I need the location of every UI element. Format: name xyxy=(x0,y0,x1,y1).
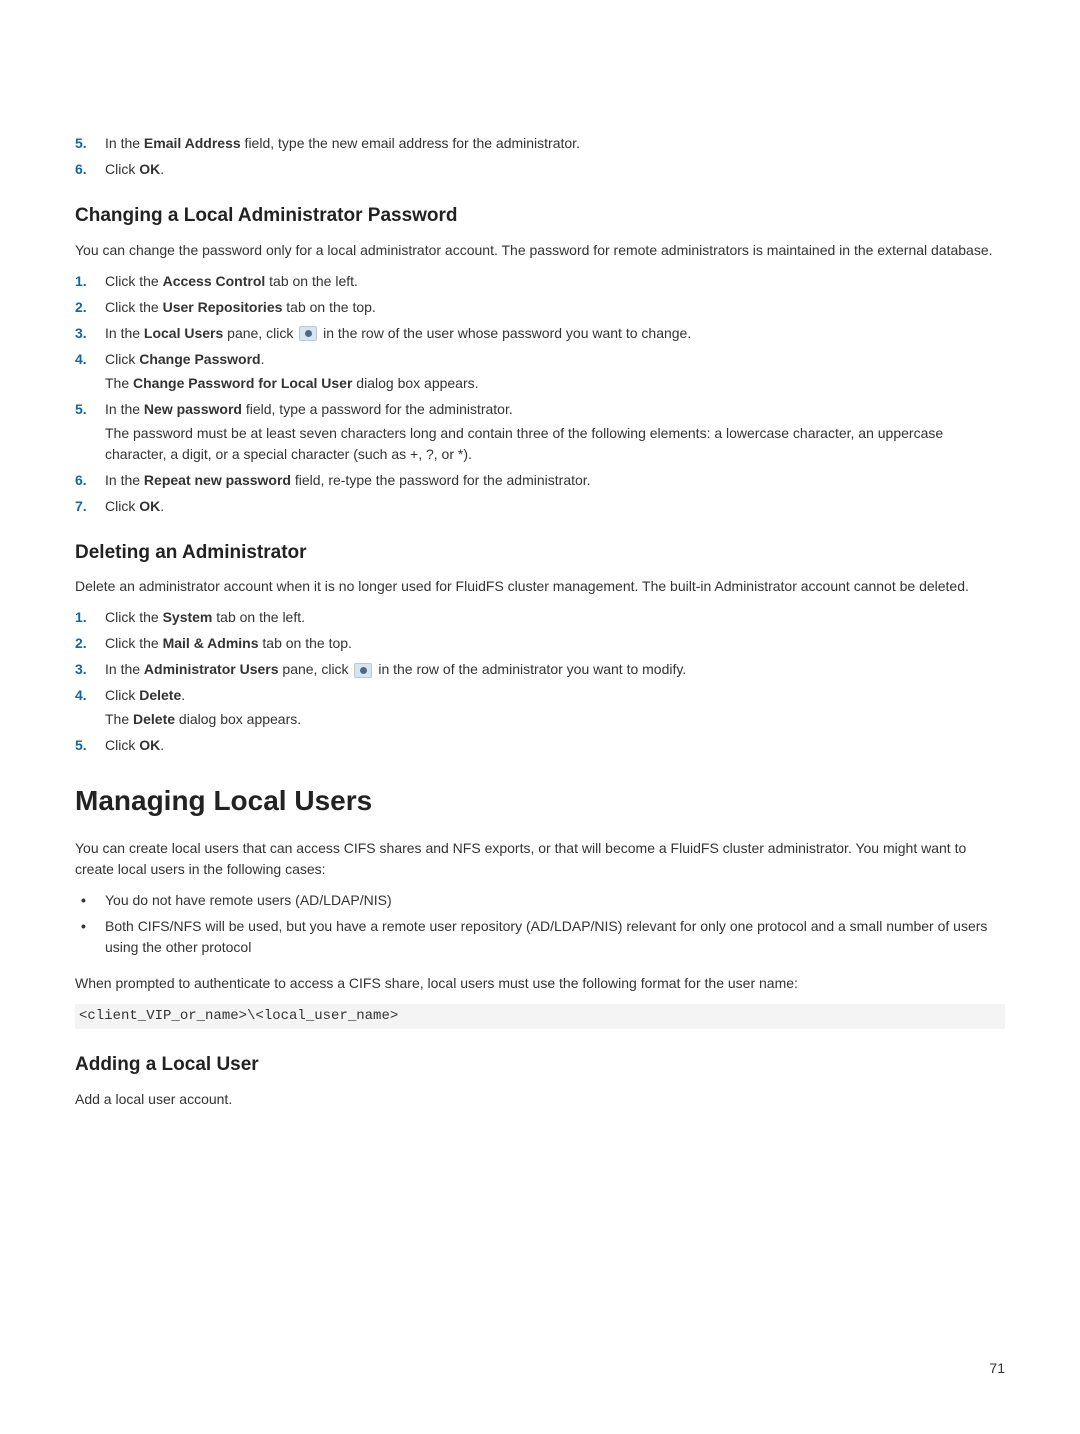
step-text-pre: Click xyxy=(105,351,139,367)
step-number: 7. xyxy=(75,496,87,517)
step-item: 4. Click Change Password. The Change Pas… xyxy=(75,349,1005,394)
step-item: 2. Click the User Repositories tab on th… xyxy=(75,297,1005,318)
step-text-bold: Administrator Users xyxy=(144,661,279,677)
heading-adding-user: Adding a Local User xyxy=(75,1051,1005,1080)
step-text-post: tab on the top. xyxy=(282,299,375,315)
step-item: 6. Click OK. xyxy=(75,159,1005,180)
step-number: 6. xyxy=(75,159,87,180)
heading-changing-password: Changing a Local Administrator Password xyxy=(75,202,1005,231)
step-text-bold: System xyxy=(163,609,213,625)
step-item: 6. In the Repeat new password field, re‑… xyxy=(75,470,1005,491)
step-text-post: tab on the left. xyxy=(265,273,358,289)
step-text-pre: Click xyxy=(105,161,139,177)
step-text-bold: OK xyxy=(139,498,160,514)
step-text-pre: Click xyxy=(105,687,139,703)
step-subtext: The Delete dialog box appears. xyxy=(105,709,1005,730)
gear-icon xyxy=(299,326,317,341)
step-text-bold: Local Users xyxy=(144,325,223,341)
deleting-admin-steps: 1. Click the System tab on the left. 2. … xyxy=(75,607,1005,756)
step-text-post: . xyxy=(160,498,164,514)
step-number: 1. xyxy=(75,607,87,628)
step-text-pre: In the xyxy=(105,472,144,488)
step-text-post: . xyxy=(160,161,164,177)
step-number: 4. xyxy=(75,349,87,370)
step-number: 3. xyxy=(75,323,87,344)
gear-icon xyxy=(354,663,372,678)
step-text-mid: pane, click xyxy=(223,325,297,341)
step-number: 2. xyxy=(75,297,87,318)
step-text-pre: Click the xyxy=(105,273,163,289)
step-item: 3. In the Administrator Users pane, clic… xyxy=(75,659,1005,680)
step-text-post: tab on the top. xyxy=(259,635,352,651)
heading-deleting-admin: Deleting an Administrator xyxy=(75,539,1005,568)
step-text-bold: Change Password xyxy=(139,351,260,367)
step-text-post: tab on the left. xyxy=(212,609,305,625)
step-number: 6. xyxy=(75,470,87,491)
step-text-bold: Email Address xyxy=(144,135,241,151)
step-text-pre: Click xyxy=(105,737,139,753)
code-username-format: <client_VIP_or_name>\<local_user_name> xyxy=(75,1004,1005,1029)
step-text-pre: In the xyxy=(105,661,144,677)
step-item: 5. In the Email Address field, type the … xyxy=(75,133,1005,154)
step-text-post: field, type a password for the administr… xyxy=(242,401,513,417)
step-text-pre: In the xyxy=(105,325,144,341)
step-text-bold: User Repositories xyxy=(163,299,283,315)
step-text-pre: In the xyxy=(105,135,144,151)
step-text-bold: OK xyxy=(139,161,160,177)
step-text-pre: Click the xyxy=(105,635,163,651)
paragraph-adding-user: Add a local user account. xyxy=(75,1089,1005,1110)
step-number: 5. xyxy=(75,133,87,154)
bullet-item: Both CIFS/NFS will be used, but you have… xyxy=(75,916,1005,958)
step-item: 1. Click the System tab on the left. xyxy=(75,607,1005,628)
step-item: 4. Click Delete. The Delete dialog box a… xyxy=(75,685,1005,730)
step-number: 3. xyxy=(75,659,87,680)
step-text-post: field, re‑type the password for the admi… xyxy=(291,472,591,488)
step-item: 7. Click OK. xyxy=(75,496,1005,517)
step-item: 1. Click the Access Control tab on the l… xyxy=(75,271,1005,292)
step-text-post: . xyxy=(160,737,164,753)
step-text-mid: pane, click xyxy=(279,661,353,677)
paragraph-deleting-admin: Delete an administrator account when it … xyxy=(75,576,1005,597)
step-item: 2. Click the Mail & Admins tab on the to… xyxy=(75,633,1005,654)
heading-managing-users: Managing Local Users xyxy=(75,780,1005,822)
step-number: 4. xyxy=(75,685,87,706)
step-item: 3. In the Local Users pane, click in the… xyxy=(75,323,1005,344)
step-text-bold: Delete xyxy=(139,687,181,703)
step-subtext: The password must be at least seven char… xyxy=(105,423,1005,465)
step-number: 1. xyxy=(75,271,87,292)
step-subtext: The Change Password for Local User dialo… xyxy=(105,373,1005,394)
step-number: 5. xyxy=(75,735,87,756)
step-text-pre: In the xyxy=(105,401,144,417)
step-number: 2. xyxy=(75,633,87,654)
page-number: 71 xyxy=(989,1358,1005,1379)
step-number: 5. xyxy=(75,399,87,420)
step-text-pre: Click the xyxy=(105,609,163,625)
step-text-bold: New password xyxy=(144,401,242,417)
paragraph-managing-users: You can create local users that can acce… xyxy=(75,838,1005,880)
step-text-post: . xyxy=(181,687,185,703)
step-text-bold: Repeat new password xyxy=(144,472,291,488)
step-item: 5. Click OK. xyxy=(75,735,1005,756)
top-continuation-steps: 5. In the Email Address field, type the … xyxy=(75,133,1005,180)
managing-users-bullets: You do not have remote users (AD/LDAP/NI… xyxy=(75,890,1005,958)
paragraph-changing-password: You can change the password only for a l… xyxy=(75,240,1005,261)
step-text-bold: Mail & Admins xyxy=(163,635,259,651)
step-text-post: in the row of the administrator you want… xyxy=(374,661,686,677)
step-item: 5. In the New password field, type a pas… xyxy=(75,399,1005,465)
step-text-bold: Access Control xyxy=(163,273,266,289)
step-text-pre: Click xyxy=(105,498,139,514)
paragraph-auth-prompt: When prompted to authenticate to access … xyxy=(75,973,1005,994)
bullet-item: You do not have remote users (AD/LDAP/NI… xyxy=(75,890,1005,911)
step-text-post: in the row of the user whose password yo… xyxy=(319,325,691,341)
step-text-post: field, type the new email address for th… xyxy=(241,135,580,151)
changing-password-steps: 1. Click the Access Control tab on the l… xyxy=(75,271,1005,517)
step-text-pre: Click the xyxy=(105,299,163,315)
step-text-post: . xyxy=(261,351,265,367)
step-text-bold: OK xyxy=(139,737,160,753)
